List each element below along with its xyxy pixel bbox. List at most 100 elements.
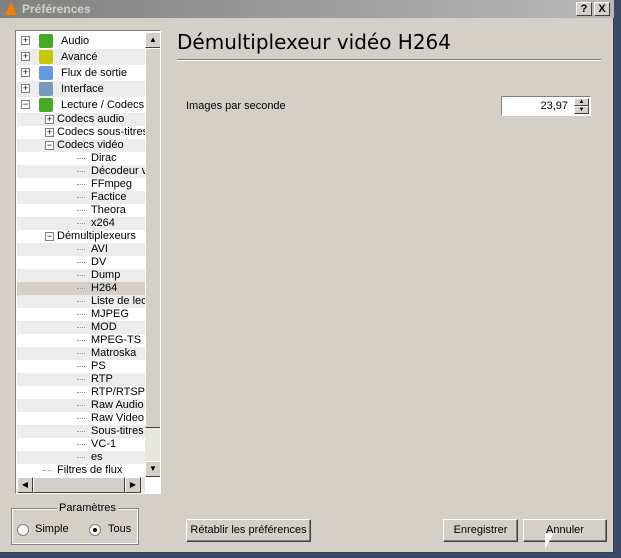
tree-item-label: Avancé (61, 51, 98, 63)
tree-item[interactable]: − Codecs vidéo (17, 139, 145, 152)
tree-item-label: RTP (91, 373, 113, 385)
tree-connector (77, 314, 85, 315)
save-button[interactable]: Enregistrer (443, 519, 518, 542)
scroll-left-button[interactable]: ◀ (17, 477, 33, 493)
close-button[interactable]: X (594, 2, 610, 16)
codecs-icon (39, 98, 53, 112)
expand-icon[interactable]: + (21, 36, 30, 45)
tree-item[interactable]: + Codecs sous-titres (17, 126, 145, 139)
music-note-icon (39, 34, 53, 48)
tree-item-label: Codecs sous-titres (57, 126, 145, 138)
tree-item[interactable]: Dump (17, 269, 145, 282)
tree-item[interactable]: x264 (17, 217, 145, 230)
horizontal-scrollbar[interactable]: ◀ ▶ (17, 477, 145, 493)
scroll-right-button[interactable]: ▶ (125, 477, 141, 493)
scroll-thumb[interactable] (145, 48, 160, 428)
tree-item-label: Interface (61, 83, 104, 95)
tree-connector (77, 431, 85, 432)
tree-item[interactable]: DV (17, 256, 145, 269)
tree-item[interactable]: MJPEG (17, 308, 145, 321)
tree-connector (77, 223, 85, 224)
expand-icon[interactable]: + (21, 68, 30, 77)
tree-item-label: AVI (91, 243, 108, 255)
simple-radio[interactable] (17, 524, 29, 536)
spin-up-button[interactable]: ▲ (574, 98, 589, 106)
collapse-icon[interactable]: − (45, 232, 54, 241)
all-radio[interactable] (89, 524, 101, 536)
scroll-up-button[interactable]: ▲ (145, 32, 160, 48)
tree-item[interactable]: Filtres de flux (17, 464, 145, 477)
title-bar: Préférences ? X (0, 0, 614, 18)
tree-connector (77, 288, 85, 289)
tree-item[interactable]: FFmpeg (17, 178, 145, 191)
collapse-icon[interactable]: − (21, 100, 30, 109)
tree-item[interactable]: Raw Video (17, 412, 145, 425)
tree-item[interactable]: Dirac (17, 152, 145, 165)
scroll-down-button[interactable]: ▼ (145, 461, 160, 477)
tree-item-label: Flux de sortie (61, 67, 128, 79)
tree-item[interactable]: Liste de lecture (17, 295, 145, 308)
expand-icon[interactable]: + (45, 128, 54, 137)
tree-item[interactable]: es (17, 451, 145, 464)
tree-connector (77, 392, 85, 393)
tree-item-label: PS (91, 360, 106, 372)
tree-item-label: Dump (91, 269, 121, 281)
cancel-button[interactable]: Annuler (523, 519, 607, 542)
tree-item[interactable]: Factice (17, 191, 145, 204)
tree-item[interactable]: + Audio (17, 33, 145, 49)
expand-icon[interactable]: + (45, 115, 54, 124)
tree-item[interactable]: H264 (17, 282, 145, 295)
collapse-icon[interactable]: − (45, 141, 54, 150)
tree-connector (77, 353, 85, 354)
tree-connector (77, 327, 85, 328)
tree-connector (77, 171, 85, 172)
tree-item-label: Raw Video (91, 412, 144, 424)
tree-item[interactable]: RTP/RTSP (17, 386, 145, 399)
tree-connector (77, 379, 85, 380)
tree-item[interactable]: MOD (17, 321, 145, 334)
tree-item-label: Dirac (91, 152, 117, 164)
tree-item[interactable]: − Démultiplexeurs (17, 230, 145, 243)
reset-preferences-button[interactable]: Rétablir les préférences (186, 519, 311, 542)
tree-item[interactable]: Sous-titres (17, 425, 145, 438)
tree-item[interactable]: RTP (17, 373, 145, 386)
tree-connector (77, 457, 85, 458)
tree-item[interactable]: + Interface (17, 81, 145, 97)
tree-item[interactable]: Matroska (17, 347, 145, 360)
help-button[interactable]: ? (576, 2, 592, 16)
tree-item[interactable]: + Avancé (17, 49, 145, 65)
tree-connector (77, 444, 85, 445)
spin-down-button[interactable]: ▼ (574, 106, 589, 114)
expand-icon[interactable]: + (21, 52, 30, 61)
fps-value[interactable]: 23,97 (540, 100, 568, 112)
stream-output-icon (39, 66, 53, 80)
tree-item[interactable]: VC-1 (17, 438, 145, 451)
tree-item-label: Theora (91, 204, 126, 216)
tree-item-label: DV (91, 256, 107, 268)
tree-item[interactable]: − Lecture / Codecs (17, 97, 145, 113)
tree-item[interactable]: Décodeur vidéo (17, 165, 145, 178)
tree-item[interactable]: PS (17, 360, 145, 373)
tree-item-label: Liste de lecture (91, 295, 145, 307)
tree-item[interactable]: AVI (17, 243, 145, 256)
tree-connector (77, 275, 85, 276)
tree-item-label: MJPEG (91, 308, 129, 320)
tree-item[interactable]: MPEG-TS (17, 334, 145, 347)
tree-item-label: Filtres de flux (57, 464, 123, 476)
tree-item-label: MOD (91, 321, 117, 333)
expand-icon[interactable]: + (21, 84, 30, 93)
tree-item[interactable]: Raw Audio (17, 399, 145, 412)
tree-item[interactable]: Theora (17, 204, 145, 217)
tree-item-label: Codecs vidéo (57, 139, 124, 151)
vertical-scrollbar[interactable]: ▲ ▼ (145, 32, 160, 477)
mouse-cursor-icon (545, 533, 554, 549)
tree-connector (77, 418, 85, 419)
hscroll-thumb[interactable] (33, 477, 125, 493)
tree-connector (77, 249, 85, 250)
tree-item[interactable]: + Codecs audio (17, 113, 145, 126)
tree-item-label: Matroska (91, 347, 137, 359)
tree-item[interactable]: + Flux de sortie (17, 65, 145, 81)
fps-spinbox[interactable]: 23,97 ▲ ▼ (501, 96, 591, 116)
tree-connector (77, 262, 85, 263)
panel-title: Démultiplexeur vidéo H264 (177, 30, 452, 54)
